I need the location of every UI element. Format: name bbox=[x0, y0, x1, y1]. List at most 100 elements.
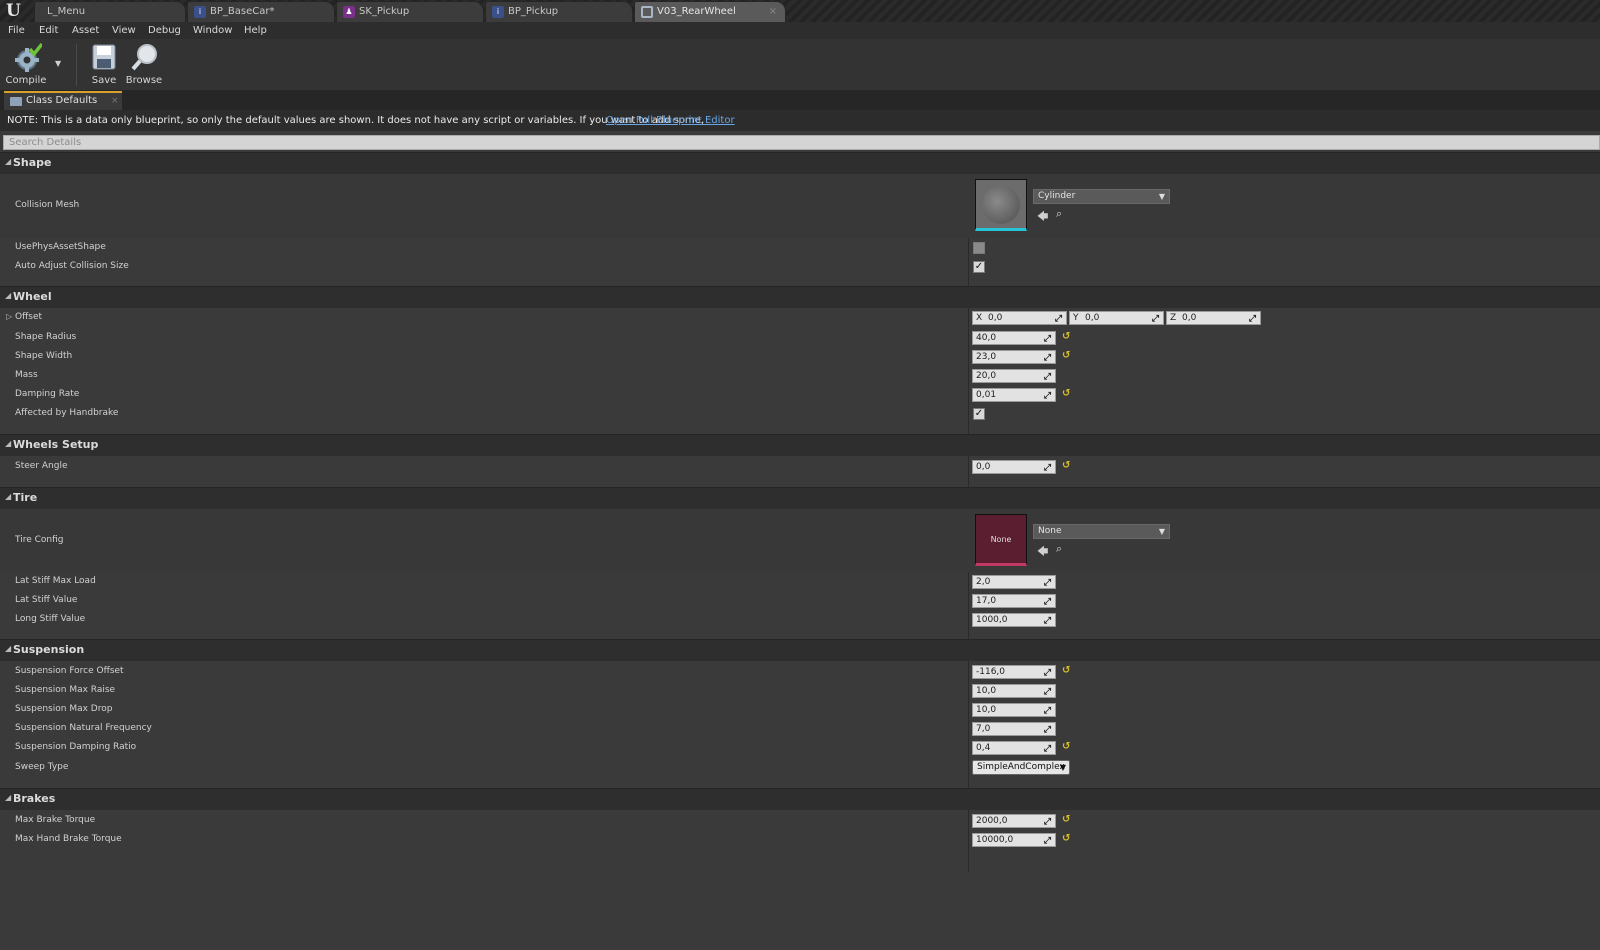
suspension-natural-frequency-field[interactable]: 7,0 ⤢ bbox=[972, 722, 1056, 736]
tab-sk-pickup[interactable]: ♟ SK_Pickup bbox=[336, 1, 484, 22]
property-row: Auto Adjust Collision Size ✓ bbox=[0, 257, 1600, 276]
tab-v03-rearwheel[interactable]: V03_RearWheel × bbox=[634, 1, 786, 22]
menu-file[interactable]: File bbox=[8, 23, 25, 38]
suspension-max-raise-field[interactable]: 10,0 ⤢ bbox=[972, 684, 1056, 698]
menu-help[interactable]: Help bbox=[244, 23, 267, 38]
tab-bp-pickup[interactable]: i BP_Pickup bbox=[485, 1, 633, 22]
max-hand-brake-torque-field[interactable]: 10000,0 ⤢ bbox=[972, 833, 1056, 847]
category-suspension[interactable]: ◢ Suspension bbox=[0, 639, 1600, 661]
property-row: Suspension Damping Ratio 0,4 ⤢ ↺ bbox=[0, 738, 1600, 757]
menu-asset[interactable]: Asset bbox=[72, 23, 99, 38]
property-label: Suspension Natural Frequency bbox=[15, 723, 152, 733]
property-label: Suspension Max Drop bbox=[15, 704, 113, 714]
tab-label: Class Defaults bbox=[26, 95, 98, 106]
property-row: Lat Stiff Value 17,0 ⤢ bbox=[0, 591, 1600, 610]
category-label: Brakes bbox=[13, 792, 56, 805]
max-brake-torque-field[interactable]: 2000,0 ⤢ bbox=[972, 814, 1056, 828]
tab-class-defaults[interactable]: Class Defaults × bbox=[4, 91, 122, 110]
suspension-force-offset-field[interactable]: -116,0 ⤢ bbox=[972, 665, 1056, 679]
affected-by-handbrake-checkbox[interactable]: ✓ bbox=[973, 408, 985, 420]
shape-radius-field[interactable]: 40,0 ⤢ bbox=[972, 331, 1056, 345]
tire-config-picker[interactable]: None ▼ bbox=[1033, 524, 1170, 539]
property-row: UsePhysAssetShape bbox=[0, 238, 1600, 257]
data-only-note: NOTE: This is a data only blueprint, so … bbox=[0, 110, 1600, 131]
browse-button[interactable]: Browse bbox=[125, 41, 163, 88]
category-tire[interactable]: ◢ Tire bbox=[0, 487, 1600, 509]
details-panel: ◢ Shape Collision Mesh Cylinder ▼ 🡄 ⌕ Us… bbox=[0, 152, 1600, 950]
shape-width-field[interactable]: 23,0 ⤢ bbox=[972, 350, 1056, 364]
suspension-damping-ratio-field[interactable]: 0,4 ⤢ bbox=[972, 741, 1056, 755]
property-row: Affected by Handbrake ✓ bbox=[0, 404, 1600, 423]
tire-config-thumbnail[interactable]: None bbox=[975, 514, 1027, 566]
reset-to-default-icon[interactable]: ↺ bbox=[1062, 814, 1070, 825]
menu-view[interactable]: View bbox=[112, 23, 136, 38]
property-label: Lat Stiff Max Load bbox=[15, 576, 96, 586]
use-selected-arrow-icon[interactable]: 🡄 bbox=[1037, 543, 1048, 562]
sweep-type-dropdown[interactable]: SimpleAndComplex ▼ bbox=[972, 760, 1070, 775]
category-brakes[interactable]: ◢ Brakes bbox=[0, 788, 1600, 810]
blueprint-icon: i bbox=[194, 6, 206, 18]
browse-search-icon[interactable]: ⌕ bbox=[1056, 542, 1062, 556]
chevron-down-icon[interactable]: ▼ bbox=[55, 59, 61, 68]
toolbar: Compile ▼ Save Browse bbox=[0, 39, 1600, 91]
category-wheels-setup[interactable]: ◢ Wheels Setup bbox=[0, 434, 1600, 456]
property-label: Sweep Type bbox=[15, 762, 69, 772]
property-label: Shape Width bbox=[15, 351, 73, 361]
class-defaults-icon bbox=[10, 97, 22, 106]
search-details-input[interactable]: Search Details bbox=[3, 135, 1600, 150]
browse-label: Browse bbox=[125, 75, 163, 86]
property-label: Auto Adjust Collision Size bbox=[15, 261, 129, 271]
compile-button[interactable]: Compile bbox=[3, 41, 49, 88]
note-text: NOTE: This is a data only blueprint, so … bbox=[7, 115, 705, 126]
title-bar: U L_Menu i BP_BaseCar* ♟ SK_Pickup i BP_… bbox=[0, 0, 1600, 22]
tab-l-menu[interactable]: L_Menu bbox=[34, 1, 186, 22]
save-button[interactable]: Save bbox=[86, 41, 122, 88]
menu-window[interactable]: Window bbox=[193, 23, 232, 38]
tab-label: BP_Pickup bbox=[508, 6, 559, 17]
menu-debug[interactable]: Debug bbox=[148, 23, 181, 38]
suspension-max-drop-field[interactable]: 10,0 ⤢ bbox=[972, 703, 1056, 717]
browse-search-icon[interactable]: ⌕ bbox=[1056, 207, 1062, 221]
steer-angle-field[interactable]: 0,0 ⤢ bbox=[972, 460, 1056, 474]
toolbar-separator bbox=[76, 44, 77, 86]
collapse-arrow-icon: ◢ bbox=[5, 439, 12, 448]
expand-arrow-icon[interactable]: ▷ bbox=[6, 312, 12, 321]
lat-stiff-value-field[interactable]: 17,0 ⤢ bbox=[972, 594, 1056, 608]
auto-adjust-checkbox[interactable]: ✓ bbox=[973, 261, 985, 273]
damping-rate-field[interactable]: 0,01 ⤢ bbox=[972, 388, 1056, 402]
property-label: Damping Rate bbox=[15, 389, 80, 399]
tab-bp-basecar[interactable]: i BP_BaseCar* bbox=[187, 1, 335, 22]
open-full-editor-link[interactable]: Open Full Blueprint Editor bbox=[606, 110, 735, 131]
offset-z-field[interactable]: Z 0,0 ⤢ bbox=[1166, 311, 1261, 325]
mass-field[interactable]: 20,0 ⤢ bbox=[972, 369, 1056, 383]
category-wheel[interactable]: ◢ Wheel bbox=[0, 286, 1600, 308]
use-phys-asset-shape-checkbox[interactable] bbox=[973, 242, 985, 254]
use-selected-arrow-icon[interactable]: 🡄 bbox=[1037, 208, 1048, 227]
offset-x-field[interactable]: X 0,0 ⤢ bbox=[972, 311, 1067, 325]
long-stiff-value-field[interactable]: 1000,0 ⤢ bbox=[972, 613, 1056, 627]
lat-stiff-max-load-field[interactable]: 2,0 ⤢ bbox=[972, 575, 1056, 589]
reset-to-default-icon[interactable]: ↺ bbox=[1062, 741, 1070, 752]
close-icon[interactable]: × bbox=[111, 93, 119, 109]
reset-to-default-icon[interactable]: ↺ bbox=[1062, 665, 1070, 676]
reset-to-default-icon[interactable]: ↺ bbox=[1062, 388, 1070, 399]
collapse-arrow-icon: ◢ bbox=[5, 492, 12, 501]
menu-bar: File Edit Asset View Debug Window Help bbox=[0, 22, 1600, 39]
reset-to-default-icon[interactable]: ↺ bbox=[1062, 350, 1070, 361]
property-row: Damping Rate 0,01 ⤢ ↺ bbox=[0, 385, 1600, 404]
reset-to-default-icon[interactable]: ↺ bbox=[1062, 460, 1070, 471]
property-row: Suspension Max Drop 10,0 ⤢ bbox=[0, 700, 1600, 719]
close-icon[interactable]: × bbox=[769, 2, 777, 22]
category-shape[interactable]: ◢ Shape bbox=[0, 152, 1600, 174]
unreal-logo-icon[interactable]: U bbox=[6, 1, 28, 21]
collision-mesh-picker[interactable]: Cylinder ▼ bbox=[1033, 189, 1170, 204]
mesh-thumbnail[interactable] bbox=[975, 179, 1027, 231]
category-label: Shape bbox=[13, 156, 52, 169]
reset-to-default-icon[interactable]: ↺ bbox=[1062, 833, 1070, 844]
chevron-down-icon: ▼ bbox=[1059, 763, 1066, 772]
offset-y-field[interactable]: Y 0,0 ⤢ bbox=[1069, 311, 1164, 325]
combo-value: Cylinder bbox=[1038, 191, 1076, 201]
collapse-arrow-icon: ◢ bbox=[5, 291, 12, 300]
menu-edit[interactable]: Edit bbox=[39, 23, 58, 38]
reset-to-default-icon[interactable]: ↺ bbox=[1062, 331, 1070, 342]
